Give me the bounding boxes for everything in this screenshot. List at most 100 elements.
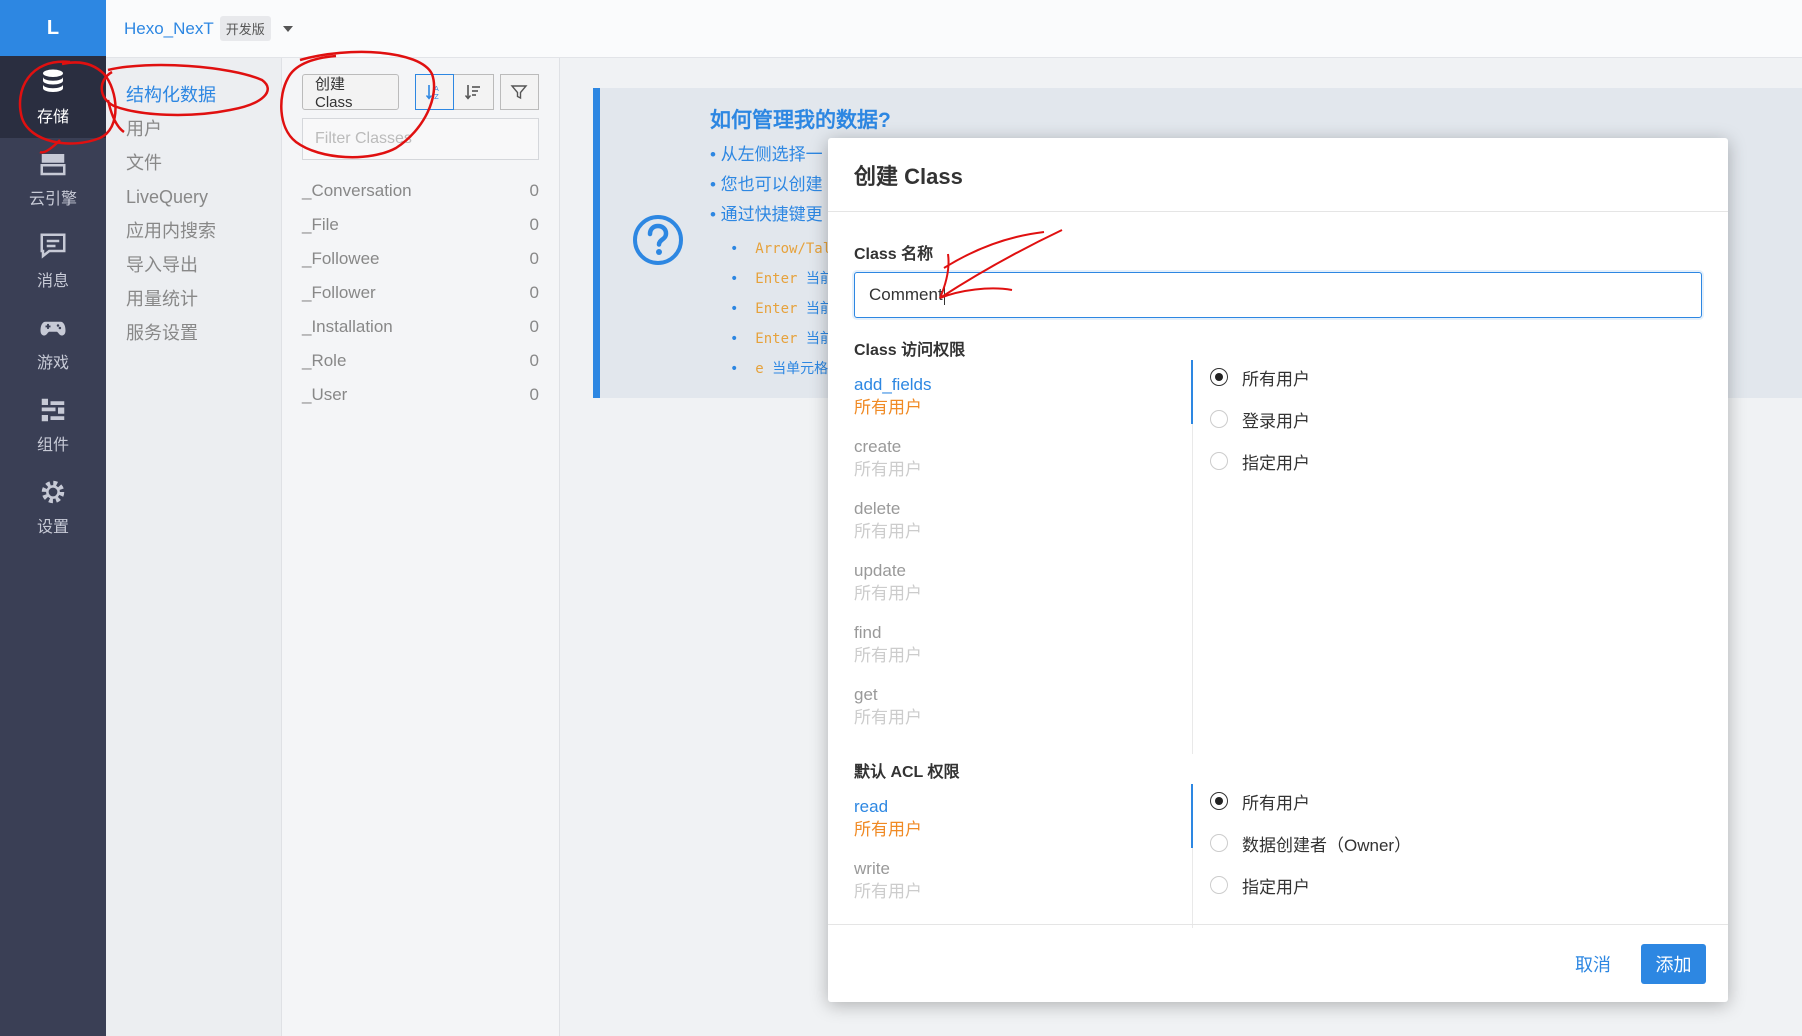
perm-op-create[interactable]: create 所有用户: [854, 436, 1164, 490]
class-count: 0: [529, 317, 539, 336]
question-circle-icon: [633, 215, 683, 265]
rail-item-label: 设置: [36, 519, 69, 536]
acl-label: 默认 ACL 权限: [854, 764, 960, 781]
class-row[interactable]: _Followee 0: [302, 242, 539, 276]
submenu-item-files[interactable]: 文件: [106, 146, 281, 180]
acl-option-all-users[interactable]: 所有用户: [1210, 780, 1411, 822]
class-count: 0: [529, 283, 539, 302]
perm-op-name: add_fields: [854, 375, 932, 394]
sort-alpha-button[interactable]: AZ: [414, 74, 455, 110]
perm-op-delete[interactable]: delete 所有用户: [854, 498, 1164, 552]
add-button[interactable]: 添加: [1641, 943, 1706, 984]
svg-text:Z: Z: [434, 93, 439, 101]
perm-divider: [1191, 784, 1193, 928]
acl-op-write[interactable]: write 所有用户: [854, 858, 1164, 912]
dialog-body: Class 名称 Comment Class 访问权限 add_fields 所…: [828, 212, 1728, 928]
gamepad-icon: [40, 321, 66, 336]
sort-count-button[interactable]: [454, 74, 494, 110]
class-toolbar: 创建 Class AZ: [302, 74, 540, 111]
rail-item-message[interactable]: 消息: [0, 220, 106, 302]
svg-text:A: A: [434, 85, 439, 93]
radio-unchecked[interactable]: [1210, 410, 1228, 428]
chevron-down-icon[interactable]: [282, 25, 293, 32]
option-label: 登录用户: [1242, 411, 1310, 431]
perm-op-update[interactable]: update 所有用户: [854, 560, 1164, 614]
perm-op-who: 所有用户: [854, 460, 922, 479]
class-row[interactable]: _Installation 0: [302, 310, 539, 344]
access-option-all-users[interactable]: 所有用户: [1210, 356, 1310, 398]
text-cursor: [943, 285, 945, 305]
class-name: _Followee: [302, 249, 380, 268]
perm-op-name: read: [854, 797, 889, 816]
app-name[interactable]: Hexo_NexT: [124, 19, 214, 39]
shortcut-key: Enter: [755, 301, 798, 317]
acl-section: 默认 ACL 权限 read 所有用户 write 所有用户 所有用户 数据创建…: [854, 758, 1702, 928]
storage-submenu: 结构化数据 用户 文件 LiveQuery 应用内搜索 导入导出 用量统计 服务…: [106, 58, 282, 1036]
perm-op-who: 所有用户: [854, 584, 922, 603]
shortcut-row: • Arrow/Tal: [730, 241, 832, 257]
acl-option-specific[interactable]: 指定用户: [1210, 864, 1411, 906]
help-shortcuts: • Arrow/Tal • Enter 当前 • Enter 当前 • Ente…: [730, 234, 834, 384]
class-row[interactable]: _Follower 0: [302, 276, 539, 310]
class-name: _Installation: [302, 317, 393, 336]
help-bullets: • 从左侧选择一 • 您也可以创建 • 通过快捷键更: [710, 140, 823, 230]
sort-amount-icon: [465, 85, 481, 100]
env-badge: 开发版: [219, 16, 271, 41]
perm-op-name: delete: [854, 499, 901, 518]
radio-unchecked[interactable]: [1210, 452, 1228, 470]
submenu-item-service-settings[interactable]: 服务设置: [106, 316, 281, 350]
submenu-item-import-export[interactable]: 导入导出: [106, 248, 281, 282]
perm-op-add-fields[interactable]: add_fields 所有用户: [854, 374, 1164, 428]
radio-unchecked[interactable]: [1210, 876, 1228, 894]
cancel-button[interactable]: 取消: [1575, 951, 1611, 977]
rail-item-settings[interactable]: 设置: [0, 466, 106, 548]
perm-op-who: 所有用户: [854, 522, 922, 541]
perm-op-name: find: [854, 623, 882, 642]
help-bullet: • 您也可以创建: [710, 175, 823, 194]
submenu-item-users[interactable]: 用户: [106, 112, 281, 146]
class-name-input[interactable]: Comment: [854, 272, 1702, 318]
access-options: 所有用户 登录用户 指定用户: [1210, 356, 1310, 482]
access-op-list: add_fields 所有用户 create 所有用户 delete 所有用户 …: [854, 360, 1164, 738]
rail-item-label: 游戏: [36, 355, 69, 372]
app-logo[interactable]: L: [0, 0, 106, 56]
radio-unchecked[interactable]: [1210, 834, 1228, 852]
class-row[interactable]: _Conversation 0: [302, 174, 539, 208]
acl-option-owner[interactable]: 数据创建者（Owner）: [1210, 822, 1411, 864]
perm-op-name: update: [854, 561, 906, 580]
submenu-item-structured-data[interactable]: 结构化数据: [106, 78, 281, 112]
class-count: 0: [529, 215, 539, 234]
submenu-item-usage[interactable]: 用量统计: [106, 282, 281, 316]
class-count: 0: [529, 249, 539, 268]
class-access-section: Class 访问权限 add_fields 所有用户 create 所有用户 d…: [854, 336, 1702, 754]
acl-op-read[interactable]: read 所有用户: [854, 796, 1164, 850]
perm-op-get[interactable]: get 所有用户: [854, 684, 1164, 738]
rail-item-engine[interactable]: 云引擎: [0, 138, 106, 220]
radio-checked[interactable]: [1210, 792, 1228, 810]
rail-item-storage[interactable]: 存储: [0, 56, 106, 138]
class-row[interactable]: _File 0: [302, 208, 539, 242]
shortcut-key: Enter: [755, 271, 798, 287]
rail-item-label: 消息: [36, 273, 69, 290]
submenu-item-livequery[interactable]: LiveQuery: [106, 180, 281, 214]
perm-op-find[interactable]: find 所有用户: [854, 622, 1164, 676]
filter-button[interactable]: [499, 74, 540, 110]
access-option-specific[interactable]: 指定用户: [1210, 440, 1310, 482]
rail-item-components[interactable]: 组件: [0, 384, 106, 466]
acl-op-list: read 所有用户 write 所有用户: [854, 782, 1164, 912]
class-name-label: Class 名称: [854, 246, 934, 263]
perm-op-name: get: [854, 685, 878, 704]
class-row[interactable]: _Role 0: [302, 344, 539, 378]
help-bullet: • 从左侧选择一: [710, 145, 823, 164]
submenu-item-search[interactable]: 应用内搜索: [106, 214, 281, 248]
perm-op-who: 所有用户: [854, 882, 922, 901]
create-class-button[interactable]: 创建 Class: [302, 74, 399, 111]
radio-checked[interactable]: [1210, 368, 1228, 386]
filter-classes-input[interactable]: Filter Classes: [302, 118, 539, 160]
rail-item-game[interactable]: 游戏: [0, 302, 106, 384]
class-row[interactable]: _User 0: [302, 378, 539, 412]
perm-op-who: 所有用户: [854, 708, 922, 727]
access-option-logged-in[interactable]: 登录用户: [1210, 398, 1310, 440]
class-name: _Follower: [302, 283, 376, 302]
class-list-panel: 创建 Class AZ Filter Classes _Conversation…: [282, 58, 560, 1036]
